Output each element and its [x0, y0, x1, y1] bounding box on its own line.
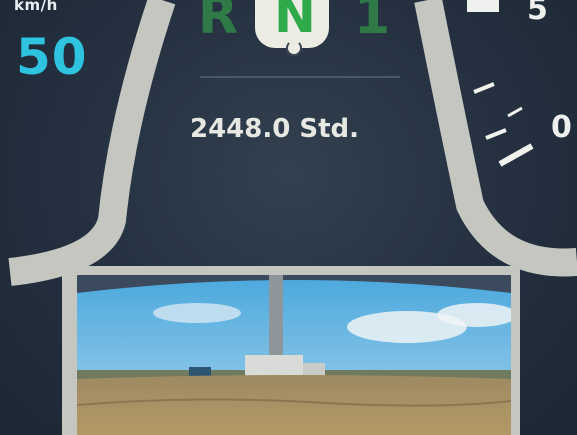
gear-neutral-indicator: N — [274, 0, 316, 44]
rpm-tick — [498, 143, 534, 167]
rear-camera-view[interactable] — [77, 275, 511, 435]
cloud — [153, 303, 241, 323]
rpm-tick — [473, 82, 495, 94]
gear-first-indicator: 1 — [354, 0, 391, 46]
rpm-tick — [507, 106, 523, 118]
divider-line — [200, 76, 400, 78]
gear-reverse-indicator: R — [198, 0, 239, 46]
rpm-tick — [485, 128, 507, 140]
hook-icon — [286, 40, 302, 56]
speed-value: 50 — [16, 28, 88, 86]
dashboard-display: 5 0 km/h 50 R N 1 2448.0 Std. — [0, 0, 577, 435]
rpm-tick-label-0: 0 — [551, 110, 572, 145]
camera-scene — [77, 275, 511, 435]
rpm-tick-label-5: 5 — [527, 0, 548, 27]
operating-hours-readout: 2448.0 Std. — [190, 114, 360, 144]
rpm-top-marker — [467, 0, 499, 12]
mast — [269, 275, 283, 359]
speed-unit-label: km/h — [14, 0, 58, 14]
